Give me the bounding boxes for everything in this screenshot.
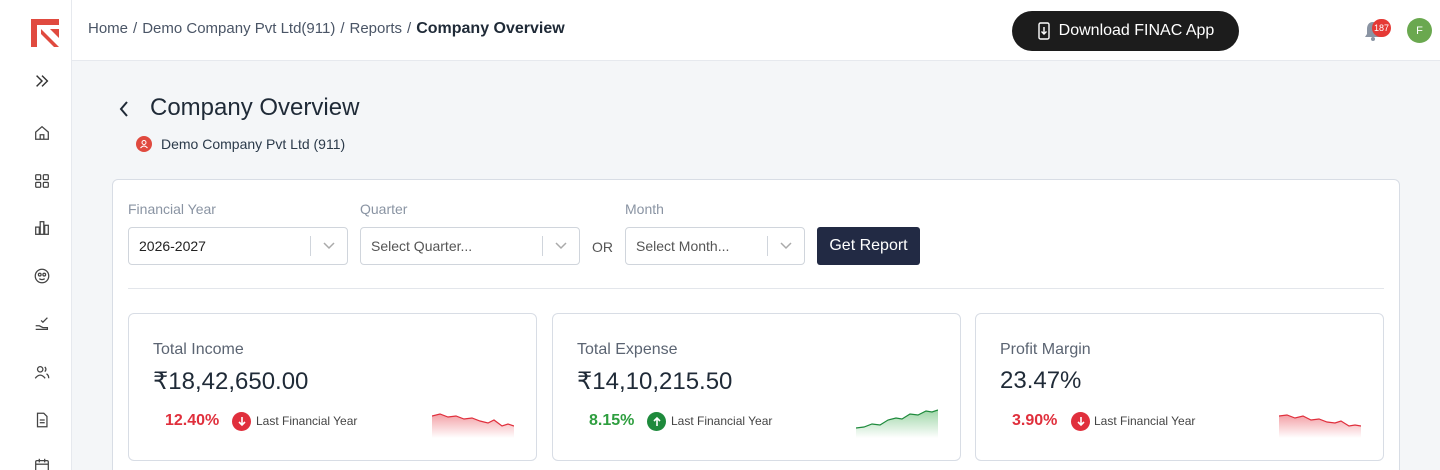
sparkline	[432, 413, 514, 438]
breadcrumb-home[interactable]: Home	[88, 20, 128, 38]
stat-change: 3.90%	[1012, 412, 1058, 429]
sparkline	[1279, 414, 1361, 438]
expand-icon[interactable]	[28, 67, 56, 95]
back-button[interactable]	[118, 98, 136, 120]
stat-compare: Last Financial Year	[1094, 414, 1196, 428]
profit-margin-card: Profit Margin 23.47% 3.90% Last Financia…	[975, 313, 1384, 461]
company-indicator: Demo Company Pvt Ltd (911)	[136, 136, 345, 152]
financial-year-select[interactable]: 2026-2027	[128, 227, 348, 265]
home-icon[interactable]	[28, 119, 56, 147]
overview-card: Financial Year 2026-2027 Quarter Select …	[112, 179, 1400, 470]
page-title: Company Overview	[150, 94, 360, 121]
stat-value: 23.47%	[1000, 367, 1082, 394]
chevron-down-icon	[543, 242, 579, 250]
stat-compare: Last Financial Year	[671, 414, 773, 428]
grid-icon[interactable]	[28, 167, 56, 195]
quarter-select[interactable]: Select Quarter...	[360, 227, 580, 265]
breadcrumb-separator: /	[133, 20, 138, 37]
company-name: Demo Company Pvt Ltd (911)	[161, 136, 346, 152]
breadcrumb: Home / Demo Company Pvt Ltd(911) / Repor…	[88, 20, 565, 38]
stat-compare: Last Financial Year	[256, 414, 358, 428]
financial-year-label: Financial Year	[128, 201, 216, 217]
sidebar	[0, 0, 72, 470]
financial-year-value: 2026-2027	[139, 238, 206, 254]
divider	[128, 288, 1384, 289]
stat-change: 12.40%	[165, 412, 220, 429]
finac-logo[interactable]	[28, 16, 62, 50]
month-placeholder: Select Month...	[636, 238, 730, 254]
stat-title: Total Income	[153, 341, 244, 358]
quarter-label: Quarter	[360, 201, 408, 217]
user-avatar[interactable]: F	[1407, 18, 1432, 43]
mobile-download-icon	[1037, 22, 1050, 40]
arrow-down-icon	[1071, 412, 1090, 431]
hand-check-icon[interactable]	[28, 310, 56, 338]
stat-title: Total Expense	[577, 341, 678, 358]
sparkline	[856, 409, 938, 438]
stat-change: 8.15%	[589, 412, 635, 429]
document-icon[interactable]	[28, 406, 56, 434]
top-header: Home / Demo Company Pvt Ltd(911) / Repor…	[72, 0, 1440, 61]
arrow-up-icon	[647, 412, 666, 431]
month-select[interactable]: Select Month...	[625, 227, 805, 265]
download-app-button[interactable]: Download FINAC App	[1012, 11, 1239, 51]
company-user-icon	[136, 136, 152, 152]
stat-value: ₹18,42,650.00	[153, 368, 309, 395]
breadcrumb-company[interactable]: Demo Company Pvt Ltd(911)	[142, 20, 335, 38]
get-report-button[interactable]: Get Report	[817, 227, 920, 265]
arrow-down-icon	[232, 412, 251, 431]
month-label: Month	[625, 201, 664, 217]
quarter-placeholder: Select Quarter...	[371, 238, 473, 254]
breadcrumb-reports[interactable]: Reports	[350, 20, 403, 38]
breadcrumb-current: Company Overview	[416, 20, 565, 37]
stat-title: Profit Margin	[1000, 341, 1091, 358]
total-expense-card: Total Expense ₹14,10,215.50 8.15% Last F…	[552, 313, 961, 461]
chevron-left-icon	[119, 101, 128, 117]
total-income-card: Total Income ₹18,42,650.00 12.40% Last F…	[128, 313, 537, 461]
chevron-down-icon	[311, 242, 347, 250]
users-icon[interactable]	[28, 358, 56, 386]
breadcrumb-separator: /	[340, 20, 345, 37]
calendar-icon[interactable]	[28, 452, 56, 470]
bar-chart-icon[interactable]	[28, 214, 56, 242]
stat-value: ₹14,10,215.50	[577, 368, 733, 395]
breadcrumb-separator: /	[407, 20, 412, 37]
chevron-down-icon	[768, 242, 804, 250]
notification-count-badge: 187	[1372, 19, 1392, 37]
download-app-label: Download FINAC App	[1058, 22, 1215, 39]
or-separator: OR	[592, 239, 613, 255]
face-icon[interactable]	[28, 262, 56, 290]
